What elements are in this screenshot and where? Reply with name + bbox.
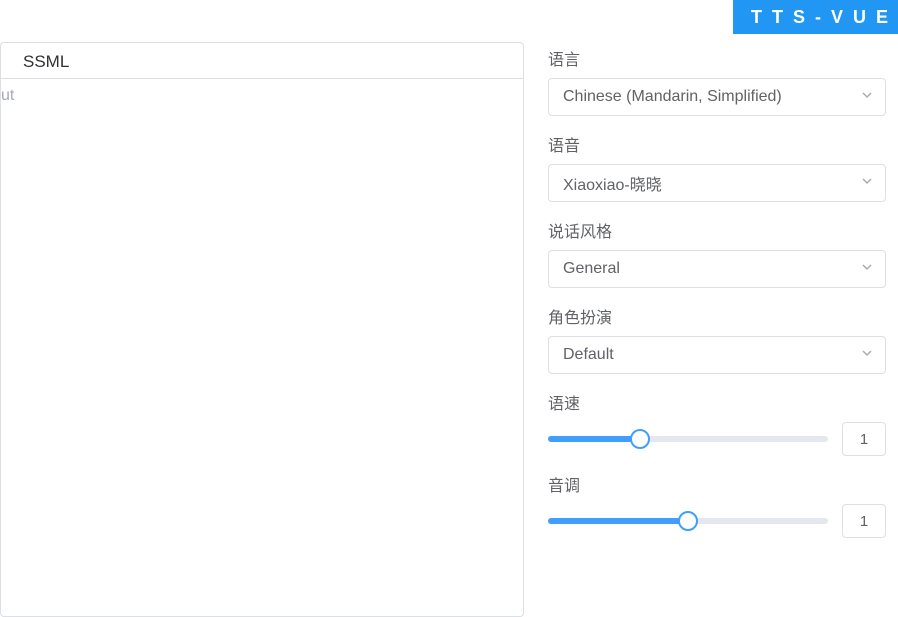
style-field: 说话风格 General xyxy=(548,218,886,288)
speed-input[interactable] xyxy=(842,422,886,456)
chevron-down-icon xyxy=(861,88,873,106)
language-select[interactable]: Chinese (Mandarin, Simplified) xyxy=(548,78,886,116)
pitch-slider-fill xyxy=(548,518,688,524)
voice-field: 语音 Xiaoxiao-晓晓 xyxy=(548,132,886,202)
chevron-down-icon xyxy=(861,174,873,192)
pitch-slider-thumb[interactable] xyxy=(678,511,698,531)
voice-label: 语音 xyxy=(548,132,886,156)
speed-label: 语速 xyxy=(548,390,886,414)
text-input-area[interactable]: ut xyxy=(1,79,523,616)
language-select-value: Chinese (Mandarin, Simplified) xyxy=(563,88,782,106)
settings-panel: 语言 Chinese (Mandarin, Simplified) 语音 Xia… xyxy=(524,34,898,617)
speed-slider-row xyxy=(548,422,886,456)
pitch-field: 音调 xyxy=(548,472,886,538)
speed-field: 语速 xyxy=(548,390,886,456)
speed-slider-track xyxy=(548,436,828,442)
role-label: 角色扮演 xyxy=(548,304,886,328)
chevron-down-icon xyxy=(861,346,873,364)
role-select[interactable]: Default xyxy=(548,336,886,374)
role-select-value: Default xyxy=(563,346,614,364)
left-panel: SSML ut xyxy=(0,42,524,617)
tab-header: SSML xyxy=(1,43,523,79)
pitch-input[interactable] xyxy=(842,504,886,538)
pitch-slider-row xyxy=(548,504,886,538)
language-label: 语言 xyxy=(548,46,886,70)
pitch-label: 音调 xyxy=(548,472,886,496)
chevron-down-icon xyxy=(861,260,873,278)
tab-ssml[interactable]: SSML xyxy=(21,46,71,78)
textarea-placeholder: ut xyxy=(1,87,523,105)
speed-slider-thumb[interactable] xyxy=(630,429,650,449)
style-label: 说话风格 xyxy=(548,218,886,242)
pitch-slider[interactable] xyxy=(548,511,828,531)
main-content: SSML ut 语言 Chinese (Mandarin, Simplified… xyxy=(0,34,898,617)
voice-select[interactable]: Xiaoxiao-晓晓 xyxy=(548,164,886,202)
language-field: 语言 Chinese (Mandarin, Simplified) xyxy=(548,46,886,116)
speed-slider-fill xyxy=(548,436,640,442)
voice-select-value: Xiaoxiao-晓晓 xyxy=(563,171,662,195)
speed-slider[interactable] xyxy=(548,429,828,449)
brand-badge: TTS-VUE xyxy=(733,0,898,34)
top-bar: TTS-VUE xyxy=(0,0,898,34)
role-field: 角色扮演 Default xyxy=(548,304,886,374)
style-select[interactable]: General xyxy=(548,250,886,288)
style-select-value: General xyxy=(563,260,620,278)
